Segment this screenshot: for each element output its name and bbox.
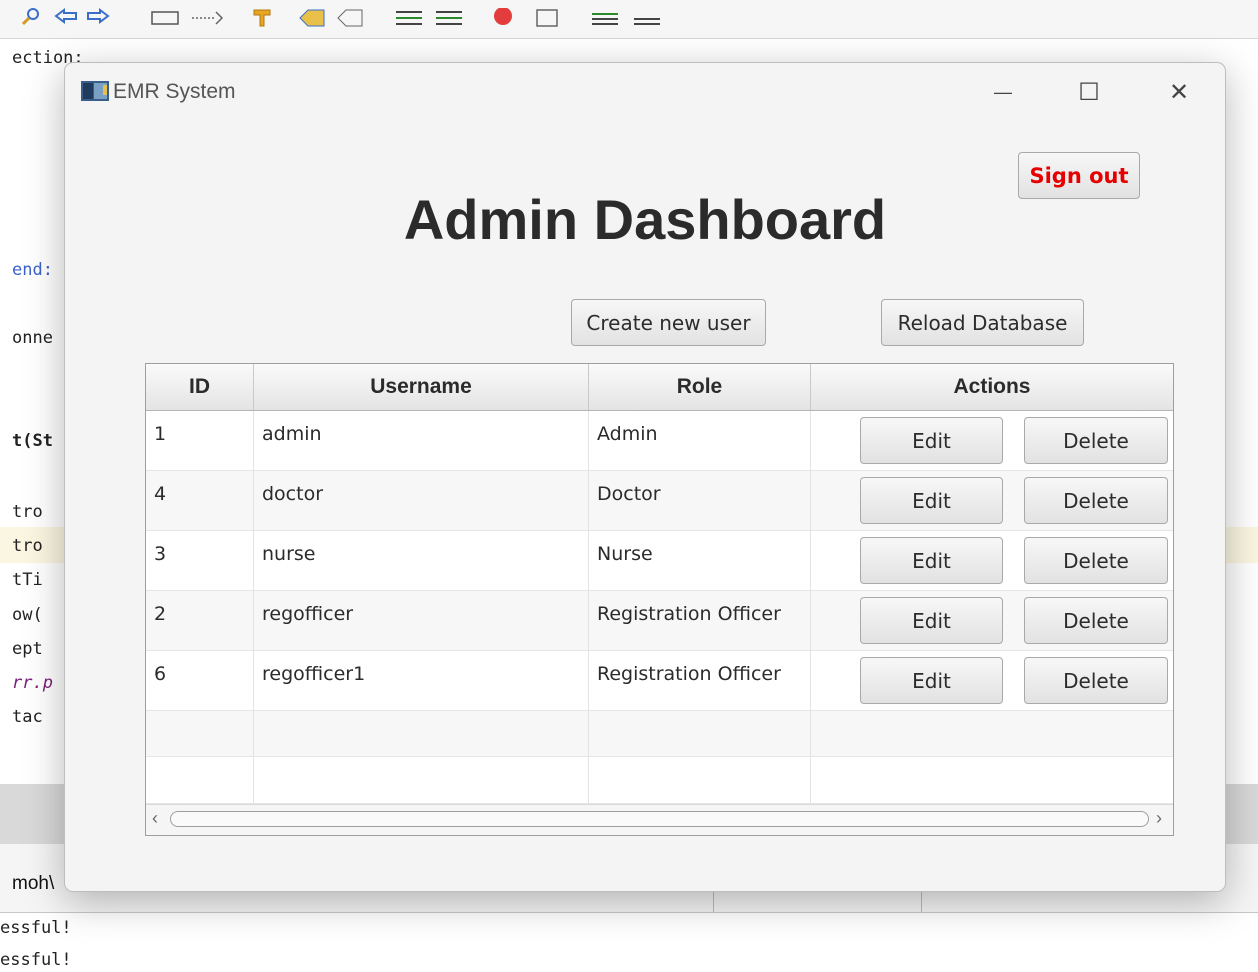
delete-button[interactable]: Delete <box>1024 597 1168 644</box>
table-row[interactable]: 6 regofficer1 Registration Officer Edit … <box>146 651 1173 711</box>
column-header-id[interactable]: ID <box>146 364 254 410</box>
table-row[interactable]: 2 regofficer Registration Officer Edit D… <box>146 591 1173 651</box>
cell-username: admin <box>254 411 589 471</box>
cell-id: 3 <box>146 531 254 591</box>
table-header: ID Username Role Actions <box>146 364 1173 411</box>
cell-username: regofficer1 <box>254 651 589 711</box>
column-divider <box>253 711 254 756</box>
code-line: rr.p <box>12 673 53 693</box>
title-bar[interactable]: EMR System — ☐ ✕ <box>65 63 1225 121</box>
cell-role: Admin <box>589 411 811 471</box>
column-header-username[interactable]: Username <box>254 364 589 410</box>
cell-role: Registration Officer <box>589 651 811 711</box>
record-macro-icon[interactable] <box>490 8 516 28</box>
edit-button[interactable]: Edit <box>860 657 1003 704</box>
scroll-left-icon[interactable]: ‹ <box>152 808 158 829</box>
output-path: moh\ <box>12 873 55 894</box>
minimize-button[interactable]: — <box>981 77 1025 107</box>
code-line: tTi <box>12 570 43 590</box>
search-icon[interactable] <box>18 8 44 28</box>
forward-arrow-icon[interactable] <box>84 8 110 28</box>
cell-id: 2 <box>146 591 254 651</box>
scrollbar-thumb[interactable] <box>170 811 1149 827</box>
uncomment-icon[interactable] <box>632 8 662 28</box>
tag-outline-icon[interactable] <box>336 8 366 28</box>
close-button[interactable]: ✕ <box>1157 77 1201 107</box>
column-divider <box>810 757 811 803</box>
bookmark-up-icon[interactable] <box>250 8 274 28</box>
create-user-button[interactable]: Create new user <box>571 299 766 346</box>
cell-role: Doctor <box>589 471 811 531</box>
delete-button[interactable]: Delete <box>1024 477 1168 524</box>
cell-username: nurse <box>254 531 589 591</box>
close-icon: ✕ <box>1168 78 1190 106</box>
cell-username: doctor <box>254 471 589 531</box>
column-header-role[interactable]: Role <box>589 364 811 410</box>
cell-id: 4 <box>146 471 254 531</box>
tag-icon[interactable] <box>298 8 328 28</box>
code-line: onne <box>12 328 53 348</box>
column-divider <box>588 711 589 756</box>
delete-button[interactable]: Delete <box>1024 657 1168 704</box>
pointer-icon[interactable] <box>190 8 224 28</box>
output-line: essful! <box>0 950 72 970</box>
code-line: ept <box>12 639 43 659</box>
empty-row <box>146 757 1173 804</box>
back-arrow-icon[interactable] <box>54 8 80 28</box>
scroll-right-icon[interactable]: › <box>1156 808 1162 829</box>
users-table: ID Username Role Actions 1 admin Admin E… <box>145 363 1174 836</box>
app-icon <box>81 81 109 101</box>
code-line: tro <box>12 502 43 522</box>
cell-id: 6 <box>146 651 254 711</box>
select-box-icon[interactable] <box>150 8 182 28</box>
cell-role: Nurse <box>589 531 811 591</box>
emr-window: EMR System — ☐ ✕ Sign out Admin Dashboar… <box>64 62 1226 892</box>
code-line: t(St <box>12 431 53 451</box>
code-line: end: <box>12 260 53 280</box>
window-title: EMR System <box>113 80 236 103</box>
comment-icon[interactable] <box>590 8 620 28</box>
code-line: ow( <box>12 605 43 625</box>
edit-button[interactable]: Edit <box>860 417 1003 464</box>
output-line: essful! <box>0 918 72 938</box>
code-line: tac <box>12 707 43 727</box>
column-divider <box>810 711 811 756</box>
stop-macro-icon[interactable] <box>534 8 560 28</box>
delete-button[interactable]: Delete <box>1024 537 1168 584</box>
indent-right-icon[interactable] <box>434 8 464 28</box>
edit-button[interactable]: Edit <box>860 537 1003 584</box>
maximize-icon: ☐ <box>1078 78 1100 106</box>
cell-role: Registration Officer <box>589 591 811 651</box>
code-line: tro <box>12 536 43 556</box>
delete-button[interactable]: Delete <box>1024 417 1168 464</box>
cell-username: regofficer <box>254 591 589 651</box>
reload-database-button[interactable]: Reload Database <box>881 299 1084 346</box>
table-row[interactable]: 1 admin Admin Edit Delete <box>146 411 1173 471</box>
cell-id: 1 <box>146 411 254 471</box>
empty-row <box>146 711 1173 757</box>
indent-left-icon[interactable] <box>394 8 424 28</box>
page-title: Admin Dashboard <box>403 188 887 251</box>
edit-button[interactable]: Edit <box>860 477 1003 524</box>
column-divider <box>588 757 589 803</box>
table-row[interactable]: 4 doctor Doctor Edit Delete <box>146 471 1173 531</box>
table-row[interactable]: 3 nurse Nurse Edit Delete <box>146 531 1173 591</box>
maximize-button[interactable]: ☐ <box>1067 77 1111 107</box>
column-divider <box>253 757 254 803</box>
ide-toolbar <box>0 0 1258 39</box>
horizontal-scrollbar[interactable]: ‹ › <box>146 804 1173 835</box>
minimize-icon: — <box>994 81 1012 102</box>
edit-button[interactable]: Edit <box>860 597 1003 644</box>
column-header-actions[interactable]: Actions <box>811 364 1173 410</box>
